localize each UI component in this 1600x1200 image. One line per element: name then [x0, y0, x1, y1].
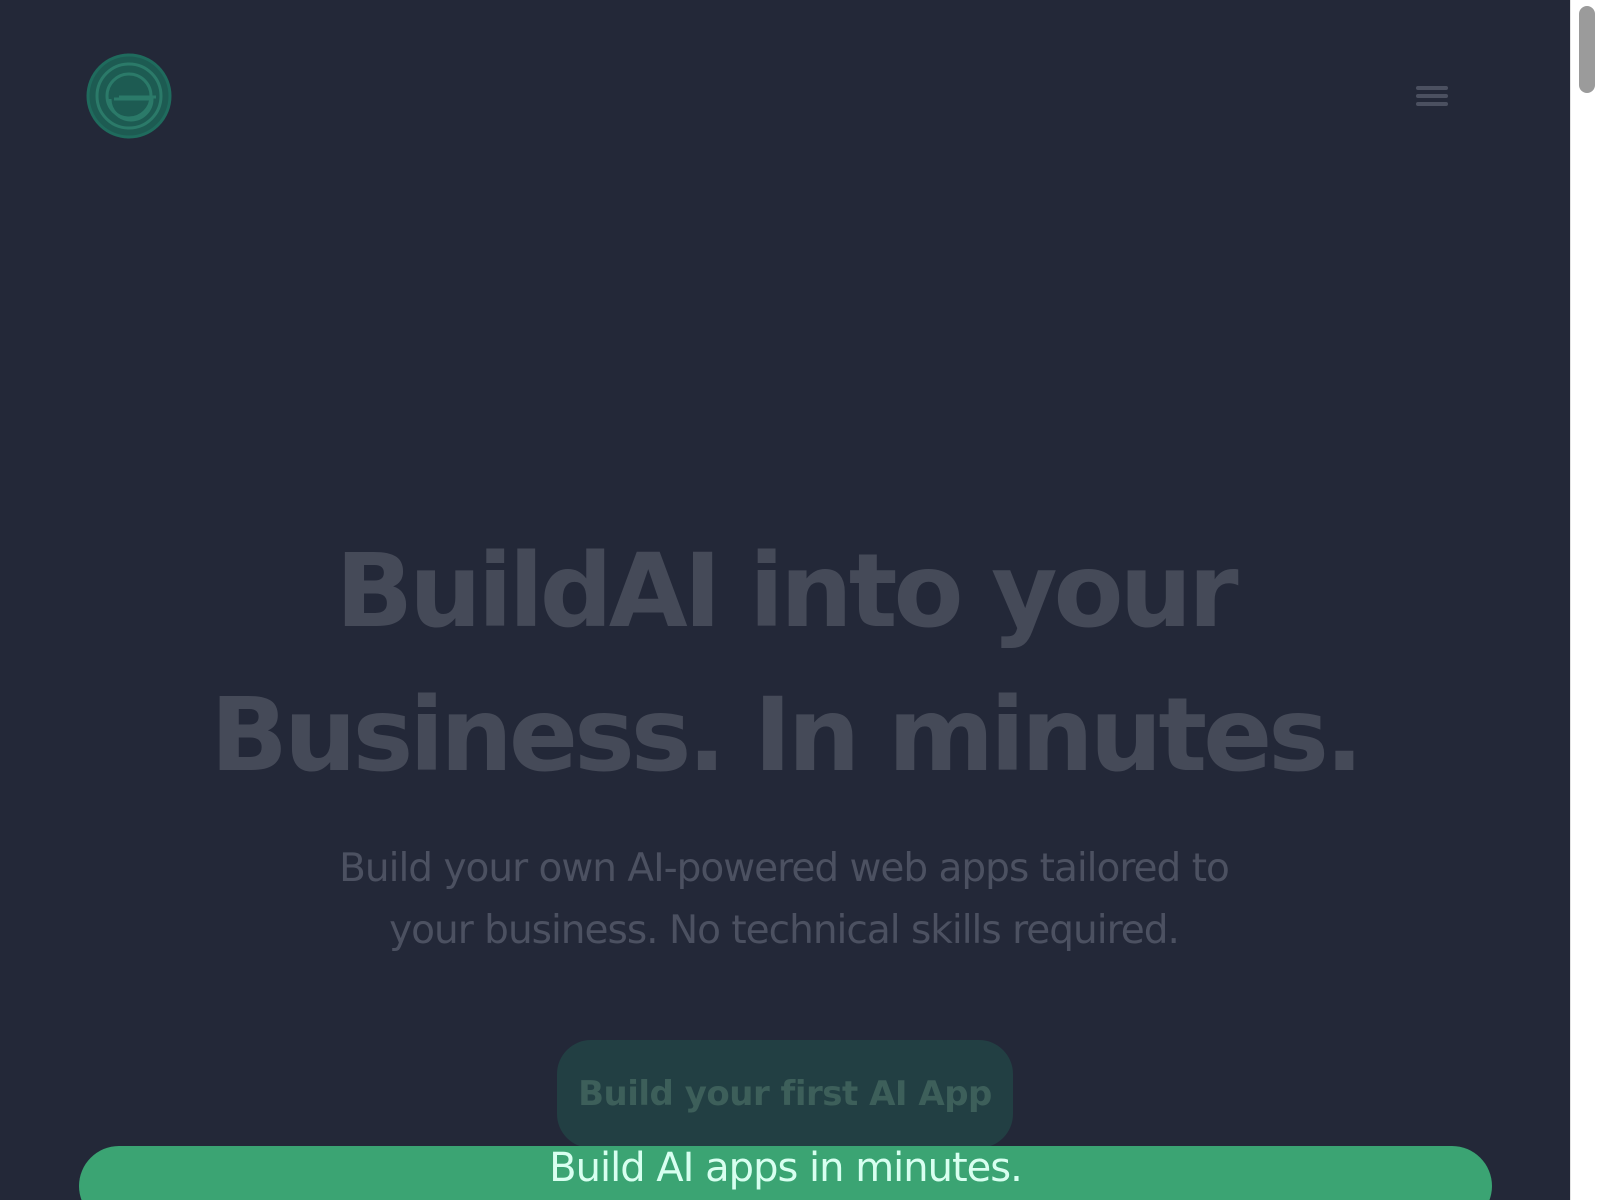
- hero-title-line-1: BuildAI into your: [335, 532, 1238, 651]
- build-first-ai-app-button[interactable]: Build your first AI App: [557, 1040, 1013, 1148]
- vertical-scrollbar[interactable]: [1570, 0, 1600, 1200]
- page: BuildAI into your Business. In minutes. …: [0, 0, 1600, 1200]
- hamburger-menu-icon: [1416, 86, 1448, 106]
- landing-page: BuildAI into your Business. In minutes. …: [0, 0, 1570, 1200]
- logo-icon[interactable]: [86, 53, 172, 139]
- scrollbar-thumb[interactable]: [1579, 6, 1595, 93]
- menu-button[interactable]: [1410, 78, 1454, 114]
- hero-title: BuildAI into your Business. In minutes.: [0, 520, 1570, 808]
- hero-title-line-2: Business. In minutes.: [210, 676, 1363, 795]
- promo-banner: Build AI apps in minutes.: [79, 1146, 1492, 1200]
- hero-section: BuildAI into your Business. In minutes.: [0, 520, 1570, 808]
- hero-subtitle: Build your own AI-powered web apps tailo…: [339, 846, 1230, 953]
